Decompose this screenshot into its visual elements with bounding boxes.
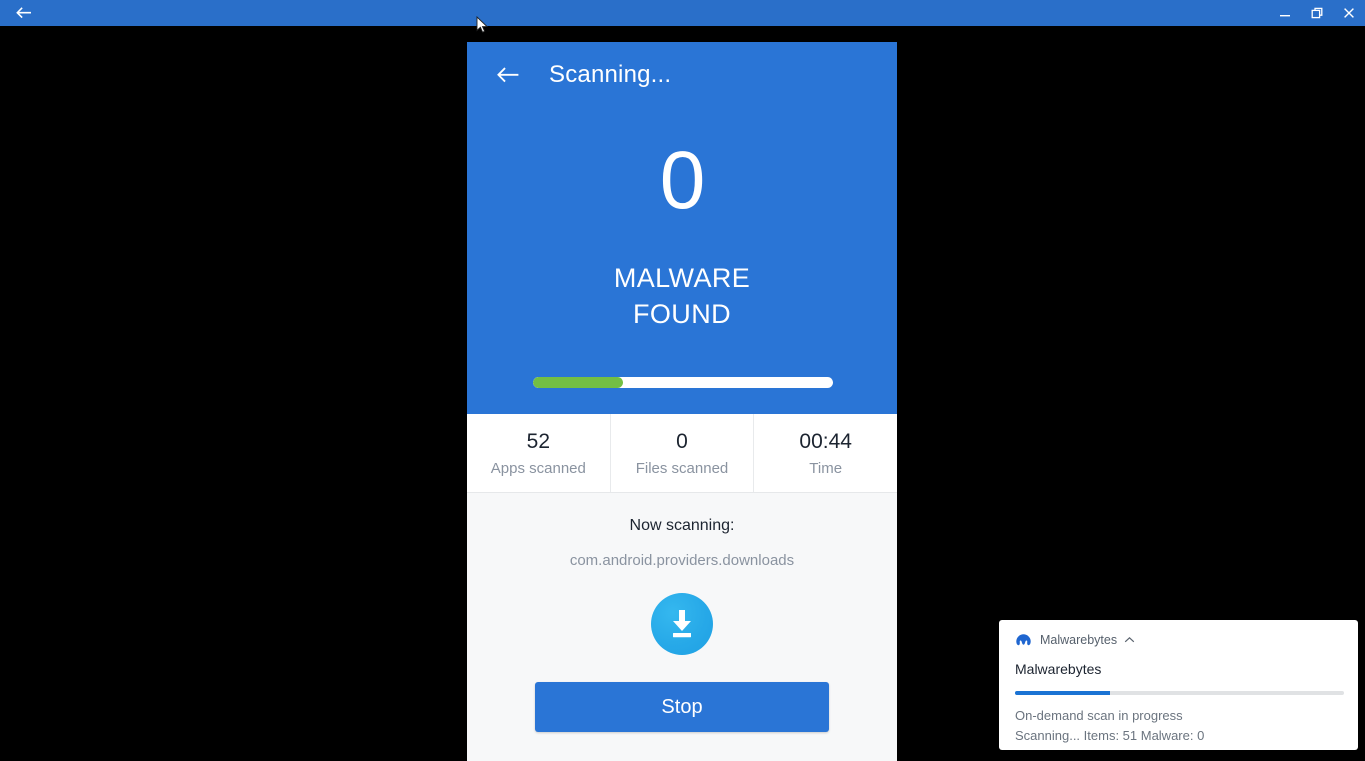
now-scanning-target: com.android.providers.downloads	[569, 552, 795, 569]
stat-label: Apps scanned	[490, 460, 586, 477]
stat-time: 00:44 Time	[754, 414, 897, 492]
minimize-icon	[1278, 6, 1292, 20]
stat-label: Files scanned	[635, 460, 729, 477]
malwarebytes-logo-icon	[1015, 633, 1032, 648]
scan-hero-section: Scanning... 0 MALWARE FOUND	[467, 42, 897, 414]
app-back-button[interactable]	[491, 59, 523, 91]
stop-button[interactable]: Stop	[535, 682, 829, 732]
stat-label: Time	[809, 460, 843, 477]
restore-icon	[1310, 6, 1324, 20]
window-restore-button[interactable]	[1301, 0, 1333, 26]
scan-progress-bar	[533, 377, 833, 388]
notification-app-name: Malwarebytes	[1040, 633, 1118, 647]
scan-progress-fill	[533, 377, 623, 388]
stat-apps-scanned: 52 Apps scanned	[467, 414, 611, 492]
notification-header: Malwarebytes	[1015, 631, 1342, 649]
chevron-up-icon[interactable]	[1124, 636, 1135, 644]
notification-toast[interactable]: Malwarebytes Malwarebytes On-demand scan…	[999, 620, 1358, 750]
malware-count: 0	[659, 135, 706, 226]
malwarebytes-app-panel: Scanning... 0 MALWARE FOUND 52 Apps scan…	[467, 42, 897, 761]
malware-label-line1: MALWARE	[613, 263, 751, 293]
window-close-button[interactable]	[1333, 0, 1365, 26]
malware-label-line2: FOUND	[633, 299, 731, 329]
stat-files-scanned: 0 Files scanned	[611, 414, 755, 492]
stat-value: 52	[526, 430, 551, 453]
app-header: Scanning...	[467, 42, 897, 108]
scan-stats-row: 52 Apps scanned 0 Files scanned 00:44 Ti…	[467, 414, 897, 493]
window-back-button[interactable]	[0, 0, 46, 26]
notification-status-line-2: Scanning... Items: 51 Malware: 0	[1015, 728, 1205, 743]
page-title: Scanning...	[549, 61, 672, 88]
notification-progress-bar	[1015, 691, 1344, 695]
notification-title: Malwarebytes	[1015, 661, 1102, 677]
window-controls	[1269, 0, 1365, 26]
window-minimize-button[interactable]	[1269, 0, 1301, 26]
mouse-pointer-icon	[476, 15, 490, 36]
notification-status: On-demand scan in progress Scanning... I…	[1015, 706, 1342, 746]
close-icon	[1342, 6, 1356, 20]
notification-status-line-1: On-demand scan in progress	[1015, 708, 1183, 723]
notification-progress-fill	[1015, 691, 1111, 695]
window-titlebar	[0, 0, 1365, 26]
stat-value: 0	[676, 430, 688, 453]
arrow-left-icon	[494, 64, 520, 86]
arrow-left-icon	[14, 5, 32, 21]
now-scanning-label: Now scanning:	[629, 517, 735, 534]
stat-value: 00:44	[799, 430, 852, 453]
download-icon	[651, 593, 713, 655]
now-scanning-section: Now scanning: com.android.providers.down…	[467, 493, 897, 761]
malware-found-label: MALWARE FOUND	[467, 260, 897, 332]
